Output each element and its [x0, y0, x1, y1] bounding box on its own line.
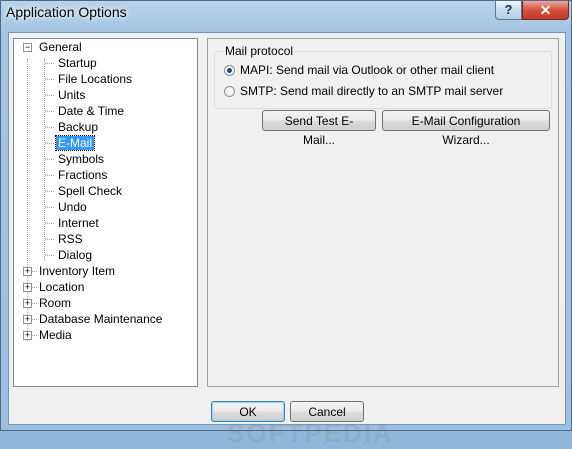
tree-item-fractions[interactable]: Fractions [58, 167, 107, 183]
tree-item-startup[interactable]: Startup [58, 55, 97, 71]
tree-item-label: Units [58, 88, 86, 102]
options-tree[interactable]: − General Startup File Locations Units Date… [13, 38, 198, 387]
tree-item-inventory-item[interactable]: Inventory Item [39, 263, 115, 279]
tree-connector [32, 287, 37, 288]
expand-general-icon[interactable]: − [23, 43, 32, 52]
title-bar[interactable]: Application Options ? ✕ [1, 1, 571, 27]
tree-connector [45, 191, 54, 192]
tree-connector [45, 175, 54, 176]
expand-icon[interactable]: + [23, 283, 32, 292]
tree-item-label: Startup [58, 56, 97, 70]
tree-child-line [44, 59, 45, 261]
mail-protocol-group: Mail protocol MAPI: Send mail via Outloo… [214, 44, 552, 109]
tree-item-units[interactable]: Units [58, 87, 85, 103]
tree-connector [45, 207, 54, 208]
application-options-window: Application Options ? ✕ − General Startu… [0, 0, 572, 448]
send-test-email-button[interactable]: Send Test E-Mail... [262, 110, 376, 147]
tree-connector [45, 63, 54, 64]
tree-item-database-maintenance[interactable]: Database Maintenance [39, 311, 162, 327]
tree-item-label: RSS [58, 232, 83, 246]
tree-connector [45, 95, 54, 96]
tree-item-label: Fractions [58, 168, 108, 182]
tree-item-label: Date & Time [58, 104, 125, 118]
tree-item-spell-check[interactable]: Spell Check [58, 183, 122, 199]
tree-connector [45, 159, 54, 160]
tree-item-label: E-Mail [54, 135, 96, 151]
tree-item-label: Symbols [58, 152, 105, 166]
tree-connector [32, 303, 37, 304]
tree-item-backup[interactable]: Backup [58, 119, 98, 135]
expand-icon[interactable]: + [23, 315, 32, 324]
expand-icon[interactable]: + [23, 331, 32, 340]
tree-item-undo[interactable]: Undo [58, 199, 87, 215]
cancel-button[interactable]: Cancel [290, 401, 364, 422]
dialog-body: − General Startup File Locations Units Date… [8, 32, 566, 448]
smtp-radio[interactable] [224, 86, 235, 97]
tree-connector [45, 79, 54, 80]
email-config-wizard-button[interactable]: E-Mail Configuration Wizard... [382, 110, 550, 147]
tree-item-label: File Locations [58, 72, 133, 86]
tree-connector [32, 335, 37, 336]
tree-item-label: Spell Check [58, 184, 123, 198]
tree-item-general[interactable]: General [39, 39, 82, 55]
expand-icon[interactable]: + [23, 299, 32, 308]
tree-connector [45, 111, 54, 112]
tree-item-e-mail[interactable]: E-Mail [54, 135, 96, 151]
mapi-option[interactable]: MAPI: Send mail via Outlook or other mai… [224, 62, 494, 78]
close-button[interactable]: ✕ [522, 1, 569, 20]
window-title: Application Options [6, 4, 127, 20]
tree-item-dialog[interactable]: Dialog [58, 247, 92, 263]
tree-item-label: Backup [58, 120, 99, 134]
tree-item-symbols[interactable]: Symbols [58, 151, 104, 167]
tree-connector [45, 127, 54, 128]
expand-icon[interactable]: + [23, 267, 32, 276]
tree-item-media[interactable]: Media [39, 327, 72, 343]
settings-panel: Mail protocol MAPI: Send mail via Outloo… [207, 38, 559, 387]
mapi-radio[interactable] [224, 65, 235, 76]
tree-connector [45, 239, 54, 240]
tree-item-label: Undo [58, 200, 87, 214]
tree-item-location[interactable]: Location [39, 279, 84, 295]
tree-connector [45, 255, 54, 256]
tree-item-file-locations[interactable]: File Locations [58, 71, 132, 87]
mapi-label: MAPI: Send mail via Outlook or other mai… [240, 63, 495, 77]
tree-connector [45, 223, 54, 224]
tree-item-label: Internet [58, 216, 99, 230]
tree-connector [32, 271, 37, 272]
mail-protocol-title: Mail protocol [223, 44, 296, 58]
tree-item-rss[interactable]: RSS [58, 231, 83, 247]
watermark: SOFTPEDIA [227, 418, 394, 448]
tree-item-room[interactable]: Room [39, 295, 71, 311]
tree-connector [32, 319, 37, 320]
help-button[interactable]: ? [495, 1, 522, 20]
smtp-option[interactable]: SMTP: Send mail directly to an SMTP mail… [224, 83, 503, 99]
smtp-label: SMTP: Send mail directly to an SMTP mail… [240, 84, 504, 98]
tree-item-internet[interactable]: Internet [58, 215, 99, 231]
tree-connector [45, 143, 54, 144]
ok-button[interactable]: OK [211, 401, 285, 422]
tree-item-date-time[interactable]: Date & Time [58, 103, 124, 119]
tree-item-label: Dialog [58, 248, 93, 262]
